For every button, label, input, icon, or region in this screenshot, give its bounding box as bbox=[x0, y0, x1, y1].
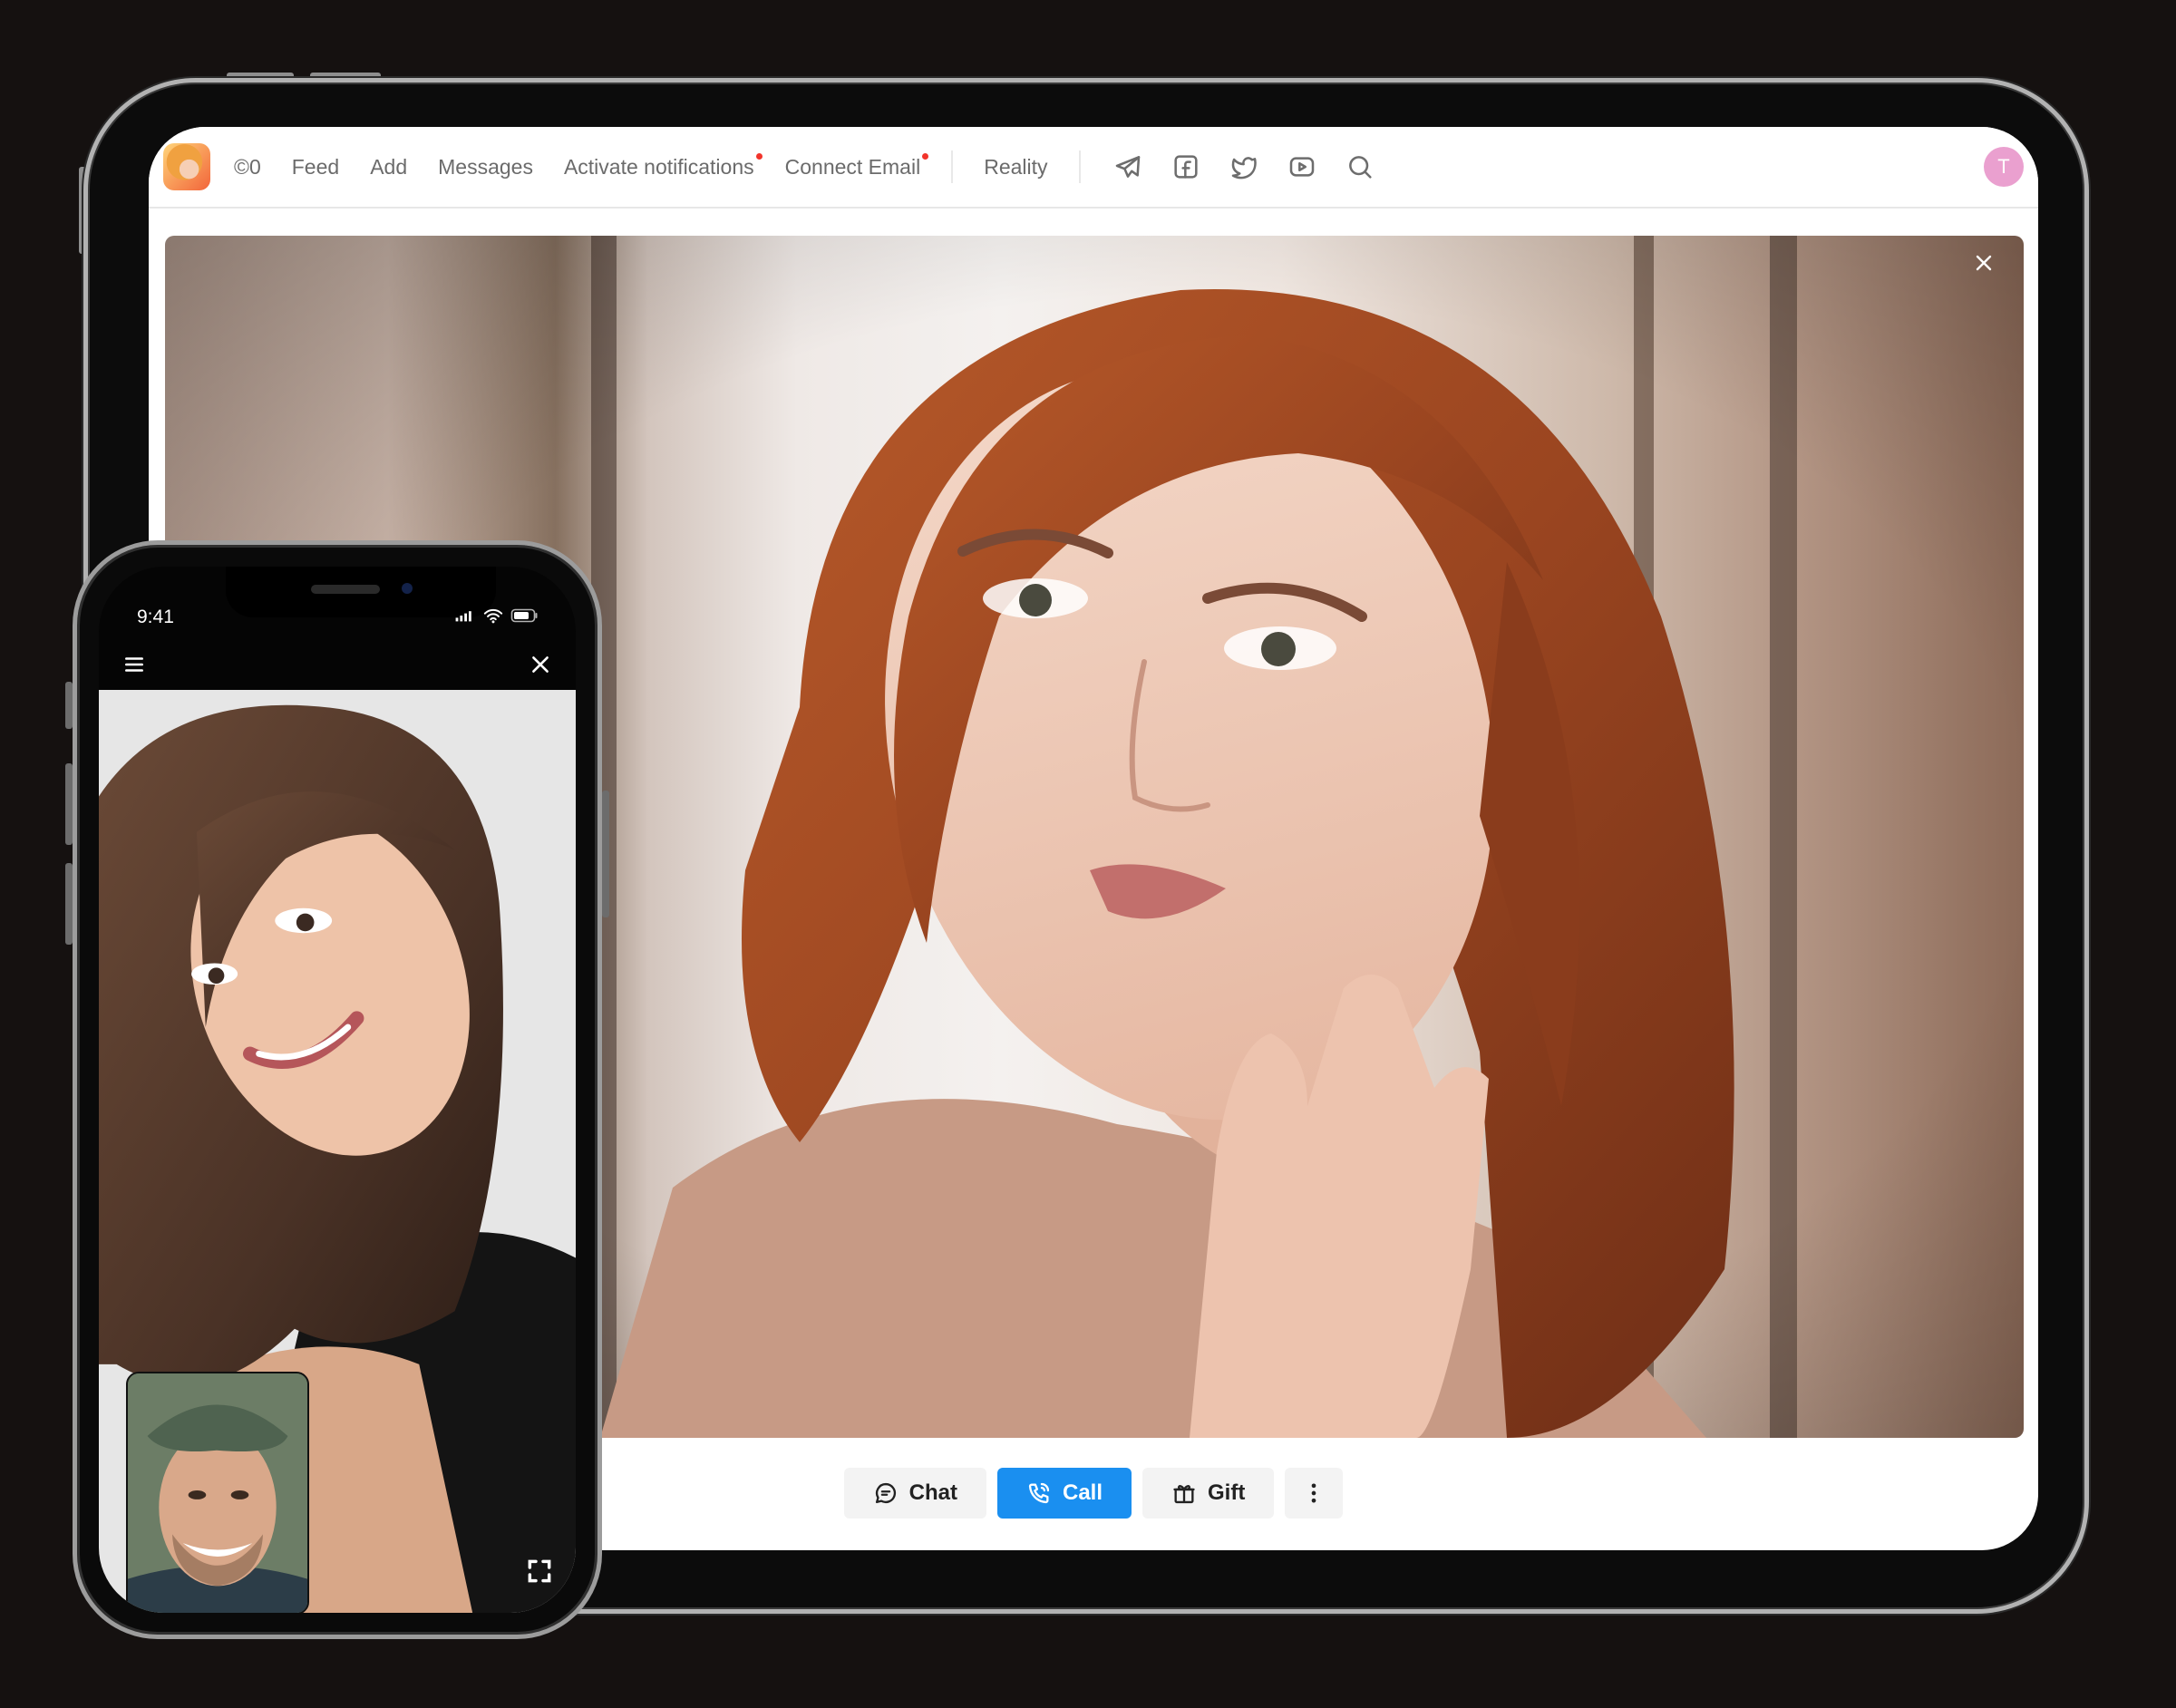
status-icons bbox=[454, 607, 539, 625]
signal-icon bbox=[455, 611, 471, 622]
self-view-image bbox=[128, 1373, 307, 1613]
nav-divider bbox=[1078, 150, 1081, 183]
close-icon[interactable] bbox=[529, 653, 552, 681]
more-vertical-icon bbox=[1312, 1483, 1316, 1503]
battery-icon bbox=[510, 608, 538, 623]
nav-reality[interactable]: Reality bbox=[984, 155, 1047, 180]
search-icon[interactable] bbox=[1344, 150, 1376, 183]
phone-side-button bbox=[65, 682, 73, 729]
chat-bubble-icon bbox=[875, 1482, 896, 1504]
fullscreen-icon[interactable] bbox=[525, 1557, 554, 1586]
notification-dot bbox=[755, 152, 763, 160]
telegram-icon[interactable] bbox=[1112, 150, 1144, 183]
phone-frame: 9:41 bbox=[73, 540, 602, 1639]
app-logo[interactable] bbox=[163, 143, 210, 190]
nav-connect-email[interactable]: Connect Email bbox=[784, 152, 929, 180]
notification-dot bbox=[922, 152, 929, 160]
nav-menu: ©0 Feed Add Messages Activate notificati… bbox=[234, 150, 1402, 183]
credits-balance[interactable]: ©0 bbox=[234, 155, 261, 180]
phone-screen: 9:41 bbox=[99, 567, 576, 1613]
nav-connect-email-label: Connect Email bbox=[784, 154, 921, 179]
nav-messages[interactable]: Messages bbox=[438, 155, 533, 180]
call-button[interactable]: Call bbox=[997, 1468, 1132, 1519]
wifi-icon bbox=[483, 608, 503, 624]
phone-speaker bbox=[311, 585, 380, 594]
more-options-button[interactable] bbox=[1285, 1468, 1344, 1519]
youtube-icon[interactable] bbox=[1286, 150, 1318, 183]
close-video-button[interactable] bbox=[1973, 252, 2004, 283]
front-camera bbox=[402, 583, 413, 594]
nav-divider bbox=[951, 150, 954, 183]
user-avatar[interactable]: T bbox=[1984, 147, 2024, 187]
phone-video-stream bbox=[99, 690, 576, 1613]
phone-side-button bbox=[602, 791, 609, 917]
phone-side-button bbox=[65, 863, 73, 945]
device-mockup-scene: ©0 Feed Add Messages Activate notificati… bbox=[0, 0, 2176, 1708]
top-navigation-bar: ©0 Feed Add Messages Activate notificati… bbox=[149, 127, 2038, 209]
facebook-icon[interactable] bbox=[1170, 150, 1202, 183]
self-view-video[interactable] bbox=[126, 1372, 309, 1613]
phone-toolbar bbox=[99, 645, 576, 688]
hamburger-icon[interactable] bbox=[122, 653, 146, 681]
gift-button[interactable]: Gift bbox=[1142, 1468, 1275, 1519]
nav-activate-notifications-label: Activate notifications bbox=[563, 154, 754, 179]
twitter-icon[interactable] bbox=[1228, 150, 1260, 183]
gift-icon bbox=[1173, 1485, 1195, 1504]
phone-call-icon bbox=[1028, 1482, 1050, 1504]
close-icon bbox=[1976, 255, 1992, 271]
gift-button-label: Gift bbox=[1208, 1480, 1246, 1505]
chat-button-label: Chat bbox=[908, 1480, 957, 1505]
chat-button[interactable]: Chat bbox=[843, 1468, 986, 1519]
call-button-label: Call bbox=[1063, 1480, 1103, 1505]
nav-add[interactable]: Add bbox=[370, 155, 407, 180]
phone-side-button bbox=[65, 763, 73, 845]
nav-feed[interactable]: Feed bbox=[292, 155, 339, 180]
nav-activate-notifications[interactable]: Activate notifications bbox=[563, 152, 763, 180]
status-time: 9:41 bbox=[137, 607, 174, 627]
